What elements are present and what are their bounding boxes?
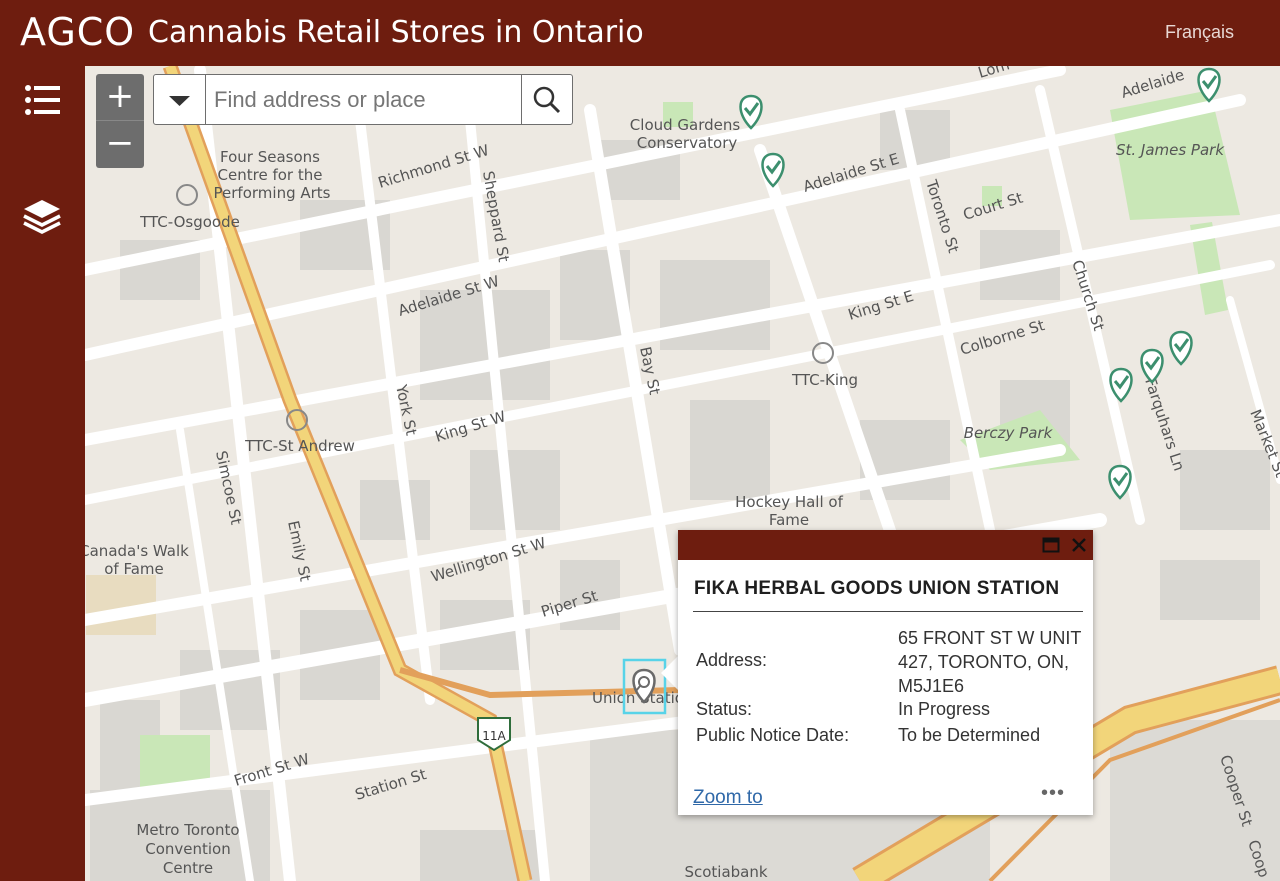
poi-four-seasons-1: Four Seasons bbox=[220, 148, 320, 166]
search-button[interactable] bbox=[521, 75, 572, 124]
field-value-address: 65 FRONT ST W UNIT 427, TORONTO, ON, M5J… bbox=[898, 628, 1082, 696]
zoom-controls: + − bbox=[96, 74, 144, 168]
app-header: AGCO Cannabis Retail Stores in Ontario F… bbox=[0, 0, 1280, 66]
zoom-out-button[interactable]: − bbox=[96, 121, 144, 167]
sidebar bbox=[0, 66, 85, 881]
list-icon bbox=[25, 85, 60, 115]
popup-divider bbox=[693, 611, 1083, 612]
agco-logo[interactable]: AGCO bbox=[20, 10, 135, 54]
field-label-address: Address: bbox=[696, 650, 768, 670]
search-widget bbox=[153, 74, 573, 125]
poi-canadas-walk-1: Canada's Walk bbox=[85, 542, 189, 560]
more-actions-button[interactable]: ••• bbox=[1041, 782, 1065, 805]
layers-button[interactable] bbox=[20, 196, 64, 240]
legend-list-button[interactable] bbox=[20, 80, 64, 124]
poi-scotiabank: Scotiabank bbox=[684, 863, 767, 881]
search-source-dropdown[interactable] bbox=[154, 75, 206, 124]
svg-text:11A: 11A bbox=[482, 729, 506, 743]
chevron-down-icon bbox=[169, 96, 190, 106]
popup-header-bar bbox=[678, 530, 1093, 560]
zoom-in-button[interactable]: + bbox=[96, 74, 144, 121]
popup-title: FIKA HERBAL GOODS UNION STATION bbox=[694, 578, 1060, 599]
popup-pointer bbox=[661, 655, 679, 691]
park-st-james: St. James Park bbox=[1116, 141, 1225, 159]
field-value-public-notice-date: To be Determined bbox=[898, 725, 1041, 745]
poi-ttc-osgoode: TTC-Osgoode bbox=[139, 213, 240, 231]
zoom-to-link[interactable]: Zoom to bbox=[693, 787, 763, 809]
app-title: Cannabis Retail Stores in Ontario bbox=[148, 15, 644, 50]
poi-metro-2: Convention bbox=[145, 840, 231, 858]
field-label-public-notice-date: Public Notice Date: bbox=[696, 725, 850, 745]
poi-cloud-gardens-2: Conservatory bbox=[637, 134, 738, 152]
layers-icon bbox=[23, 200, 61, 234]
close-icon[interactable] bbox=[1071, 537, 1087, 553]
poi-ttc-king: TTC-King bbox=[791, 371, 858, 389]
poi-cloud-gardens-1: Cloud Gardens bbox=[630, 116, 741, 134]
poi-hockey-hall-2: Fame bbox=[769, 511, 809, 529]
poi-hockey-hall-1: Hockey Hall of bbox=[735, 493, 843, 511]
poi-ttc-st-andrew: TTC-St Andrew bbox=[244, 437, 355, 455]
poi-metro-1: Metro Toronto bbox=[136, 821, 239, 839]
poi-four-seasons-2: Centre for the bbox=[218, 166, 323, 184]
poi-metro-3: Centre bbox=[163, 859, 213, 877]
feature-popup: FIKA HERBAL GOODS UNION STATION Address:… bbox=[678, 530, 1093, 815]
park-berczy: Berczy Park bbox=[964, 424, 1054, 442]
poi-four-seasons-3: Performing Arts bbox=[214, 184, 331, 202]
search-icon bbox=[533, 86, 561, 114]
field-value-status: In Progress bbox=[898, 699, 991, 719]
language-link[interactable]: Français bbox=[1165, 22, 1234, 43]
poi-canadas-walk-2: of Fame bbox=[104, 560, 164, 578]
maximize-icon[interactable] bbox=[1042, 537, 1060, 553]
field-label-status: Status: bbox=[696, 699, 753, 719]
search-input[interactable] bbox=[212, 83, 516, 117]
